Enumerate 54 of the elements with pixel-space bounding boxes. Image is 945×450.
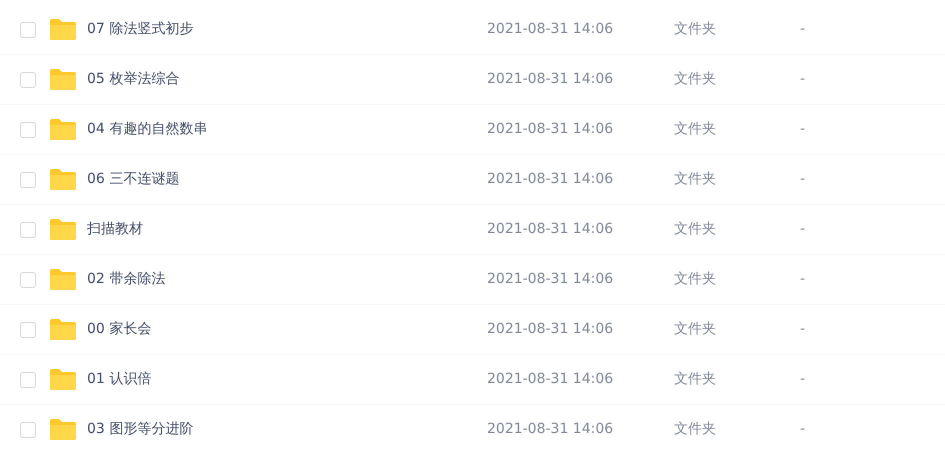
file-type: 文件夹 <box>674 71 716 87</box>
file-name[interactable]: 01 认识倍 <box>87 371 152 387</box>
folder-icon <box>50 169 76 190</box>
folder-icon <box>50 69 76 90</box>
modified-date: 2021-08-31 14:06 <box>487 321 614 337</box>
file-size: - <box>800 370 806 389</box>
file-name[interactable]: 07 除法竖式初步 <box>87 21 194 37</box>
file-size: - <box>800 220 806 239</box>
file-size: - <box>800 20 806 39</box>
file-name[interactable]: 扫描教材 <box>87 221 143 237</box>
folder-icon <box>50 219 76 240</box>
modified-date: 2021-08-31 14:06 <box>487 221 614 237</box>
file-size: - <box>800 70 806 89</box>
modified-date: 2021-08-31 14:06 <box>487 271 614 287</box>
file-size: - <box>800 420 806 439</box>
checkbox[interactable] <box>20 172 36 188</box>
file-type: 文件夹 <box>674 321 716 337</box>
file-type: 文件夹 <box>674 221 716 237</box>
file-type: 文件夹 <box>674 421 716 437</box>
folder-icon <box>50 269 76 290</box>
folder-icon <box>50 319 76 340</box>
file-type: 文件夹 <box>674 21 716 37</box>
checkbox[interactable] <box>20 222 36 238</box>
modified-date: 2021-08-31 14:06 <box>487 71 614 87</box>
file-size: - <box>800 120 806 139</box>
checkbox[interactable] <box>20 372 36 388</box>
modified-date: 2021-08-31 14:06 <box>487 121 614 137</box>
modified-date: 2021-08-31 14:06 <box>487 421 614 437</box>
checkbox[interactable] <box>20 422 36 438</box>
file-type: 文件夹 <box>674 171 716 187</box>
file-size: - <box>800 320 806 339</box>
modified-date: 2021-08-31 14:06 <box>487 171 614 187</box>
file-name[interactable]: 00 家长会 <box>87 321 152 337</box>
file-name[interactable]: 06 三不连谜题 <box>87 171 180 187</box>
folder-icon <box>50 19 76 40</box>
file-size: - <box>800 170 806 189</box>
file-name[interactable]: 05 枚举法综合 <box>87 71 180 87</box>
file-type: 文件夹 <box>674 371 716 387</box>
file-type: 文件夹 <box>674 121 716 137</box>
file-type: 文件夹 <box>674 271 716 287</box>
checkbox[interactable] <box>20 72 36 88</box>
folder-icon <box>50 119 76 140</box>
folder-icon <box>50 369 76 390</box>
checkbox[interactable] <box>20 322 36 338</box>
checkbox[interactable] <box>20 122 36 138</box>
folder-icon <box>50 419 76 440</box>
file-name[interactable]: 02 带余除法 <box>87 271 166 287</box>
modified-date: 2021-08-31 14:06 <box>487 371 614 387</box>
checkbox[interactable] <box>20 272 36 288</box>
file-name[interactable]: 03 图形等分进阶 <box>87 421 194 437</box>
checkbox[interactable] <box>20 22 36 38</box>
file-size: - <box>800 270 806 289</box>
modified-date: 2021-08-31 14:06 <box>487 21 614 37</box>
file-name[interactable]: 04 有趣的自然数串 <box>87 121 208 137</box>
